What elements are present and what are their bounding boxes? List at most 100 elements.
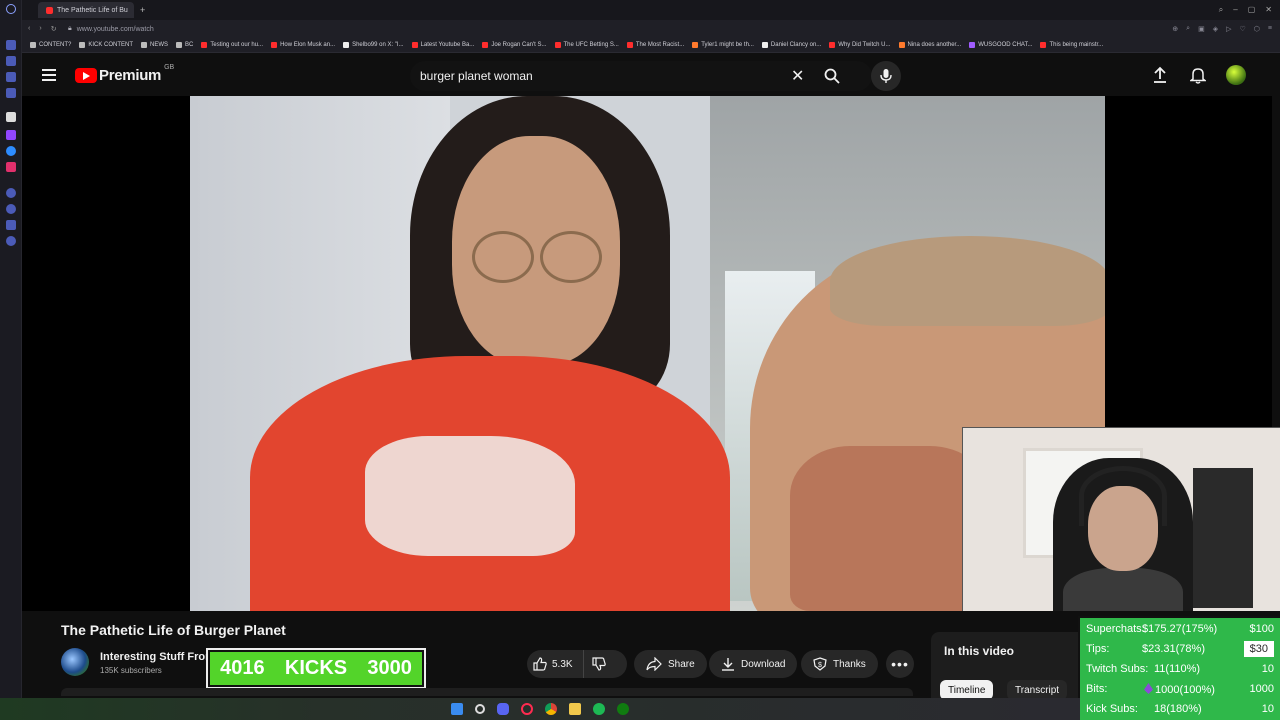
- more-actions-button[interactable]: •••: [886, 650, 914, 678]
- browser-tab[interactable]: The Pathetic Life of Bu: [38, 2, 134, 18]
- thanks-button[interactable]: $ Thanks: [801, 650, 878, 678]
- bookmark-item[interactable]: NEWS: [141, 42, 168, 48]
- tab-timeline[interactable]: Timeline: [940, 680, 994, 700]
- new-tab-button[interactable]: +: [140, 5, 145, 15]
- discord-icon[interactable]: [497, 703, 509, 715]
- bookmark-item[interactable]: The Most Racist...: [626, 42, 684, 48]
- bookmark-label: NEWS: [150, 42, 169, 48]
- youtube-premium-logo[interactable]: Premium GB: [75, 64, 175, 84]
- sidebar-messenger-icon[interactable]: [6, 146, 16, 156]
- search-tabs-icon[interactable]: ⌕: [1219, 5, 1223, 15]
- notifications-button[interactable]: [1188, 65, 1208, 85]
- translate-icon[interactable]: ⌕: [1186, 25, 1190, 33]
- zoom-icon[interactable]: ⊕: [1172, 25, 1178, 33]
- close-window-button[interactable]: ✕: [1265, 5, 1272, 15]
- bookmark-label: WUSGOOD CHAT...: [978, 42, 1033, 48]
- forward-icon[interactable]: ›: [39, 25, 41, 33]
- sidebar-history-icon[interactable]: [6, 72, 16, 82]
- bookmark-item[interactable]: CONTENT?: [30, 42, 71, 48]
- sidebar-gear-icon[interactable]: [6, 236, 16, 246]
- bookmark-item[interactable]: Shelbo99 on X: "I...: [343, 42, 404, 48]
- extensions-icon[interactable]: ⬡: [1254, 25, 1260, 33]
- bookmark-item[interactable]: Daniel Clancy on...: [761, 42, 821, 48]
- goal-target: 1000: [1249, 683, 1274, 695]
- snapshot-icon[interactable]: ▣: [1198, 25, 1205, 33]
- site-favicon-icon: [692, 42, 699, 48]
- maximize-button[interactable]: ▢: [1248, 5, 1256, 15]
- bookmark-item[interactable]: Nina does another...: [898, 42, 961, 48]
- tab-transcript[interactable]: Transcript: [1007, 680, 1068, 700]
- bookmark-item[interactable]: Latest Youtube Ba...: [411, 42, 474, 48]
- xbox-icon[interactable]: [617, 703, 629, 715]
- folder-icon: [176, 42, 183, 48]
- back-icon[interactable]: ‹: [28, 25, 30, 33]
- bookmark-item[interactable]: Testing out our hu...: [201, 42, 263, 48]
- heart-icon[interactable]: ♡: [1240, 25, 1246, 33]
- country-code: GB: [164, 64, 175, 71]
- file-explorer-icon[interactable]: [569, 703, 581, 715]
- search-taskbar-icon[interactable]: [475, 704, 485, 714]
- sidebar-tag-icon[interactable]: [6, 220, 16, 230]
- bookmark-item[interactable]: WUSGOOD CHAT...: [969, 42, 1032, 48]
- dislike-button[interactable]: [584, 650, 620, 678]
- folder-icon: [79, 42, 86, 48]
- bookmark-item[interactable]: Joe Rogan Can't S...: [482, 42, 547, 48]
- sidebar-bookmark-icon[interactable]: [6, 56, 16, 66]
- download-label: Download: [741, 658, 786, 670]
- sidebar-settings-icon[interactable]: [6, 188, 16, 198]
- channel-avatar[interactable]: [61, 648, 89, 676]
- description-box[interactable]: [61, 688, 913, 696]
- bookmark-item[interactable]: How Elon Musk an...: [271, 42, 335, 48]
- bits-gem-icon: [1144, 683, 1153, 694]
- reload-icon[interactable]: ↻: [51, 25, 57, 33]
- svg-text:$: $: [818, 662, 822, 669]
- thumbs-down-icon: [591, 657, 606, 671]
- sidebar-ai-icon[interactable]: [6, 112, 16, 122]
- opera-gx-icon[interactable]: [521, 703, 533, 715]
- site-favicon-icon: [626, 42, 633, 48]
- search-box: ✕: [410, 61, 872, 91]
- menu-icon[interactable]: ≡: [1268, 25, 1272, 33]
- headphones-icon: [1079, 466, 1167, 526]
- bookmark-item[interactable]: KICK CONTENT: [79, 42, 133, 48]
- url-field[interactable]: www.youtube.com/watch: [77, 26, 154, 33]
- goal-target: 10: [1261, 703, 1274, 715]
- sidebar-twitch-icon[interactable]: [6, 130, 16, 140]
- clear-search-icon[interactable]: ✕: [791, 66, 804, 86]
- search-button[interactable]: [812, 63, 852, 89]
- channel-name[interactable]: Interesting Stuff From: [100, 651, 208, 663]
- opera-icon[interactable]: [6, 4, 16, 14]
- play-icon[interactable]: ▷: [1226, 25, 1231, 33]
- chrome-icon[interactable]: [545, 703, 557, 715]
- bookmark-item[interactable]: The UFC Betting S...: [554, 42, 619, 48]
- voice-search-button[interactable]: [871, 61, 901, 91]
- create-upload-button[interactable]: [1150, 65, 1170, 85]
- lock-icon: 🔒︎: [68, 25, 72, 32]
- share-button[interactable]: Share: [634, 650, 707, 678]
- bookmark-item[interactable]: Why Did Twitch U...: [829, 42, 891, 48]
- bookmark-item[interactable]: This being mainstr...: [1040, 42, 1103, 48]
- goal-value-wrap: 1000(100%): [1144, 683, 1215, 696]
- sidebar-clock-icon[interactable]: [6, 204, 16, 214]
- vpn-icon[interactable]: ◈: [1213, 25, 1218, 33]
- search-input[interactable]: [420, 67, 780, 85]
- menu-hamburger-icon[interactable]: [42, 69, 56, 81]
- download-button[interactable]: Download: [709, 650, 798, 678]
- windows-start-icon[interactable]: [451, 703, 463, 715]
- bookmark-item[interactable]: BC: [176, 42, 193, 48]
- download-icon: [722, 658, 734, 671]
- goal-value: $23.31(78%): [1142, 643, 1205, 655]
- logo-text: Premium: [99, 67, 162, 84]
- video-scene-face: [452, 136, 620, 366]
- sidebar-home-icon[interactable]: [6, 40, 16, 50]
- thumbs-up-icon: [533, 657, 547, 671]
- goal-row-kick-subs: Kick Subs: 18(180%) 10: [1086, 700, 1278, 720]
- spotify-icon[interactable]: [593, 703, 605, 715]
- sidebar-pin-icon[interactable]: [6, 88, 16, 98]
- account-button[interactable]: [1226, 65, 1246, 85]
- like-button[interactable]: 5.3K: [527, 650, 584, 678]
- bookmark-item[interactable]: Tyler1 might be th...: [692, 42, 754, 48]
- share-icon: [646, 657, 662, 671]
- sidebar-instagram-icon[interactable]: [6, 162, 16, 172]
- minimize-button[interactable]: –: [1233, 5, 1237, 15]
